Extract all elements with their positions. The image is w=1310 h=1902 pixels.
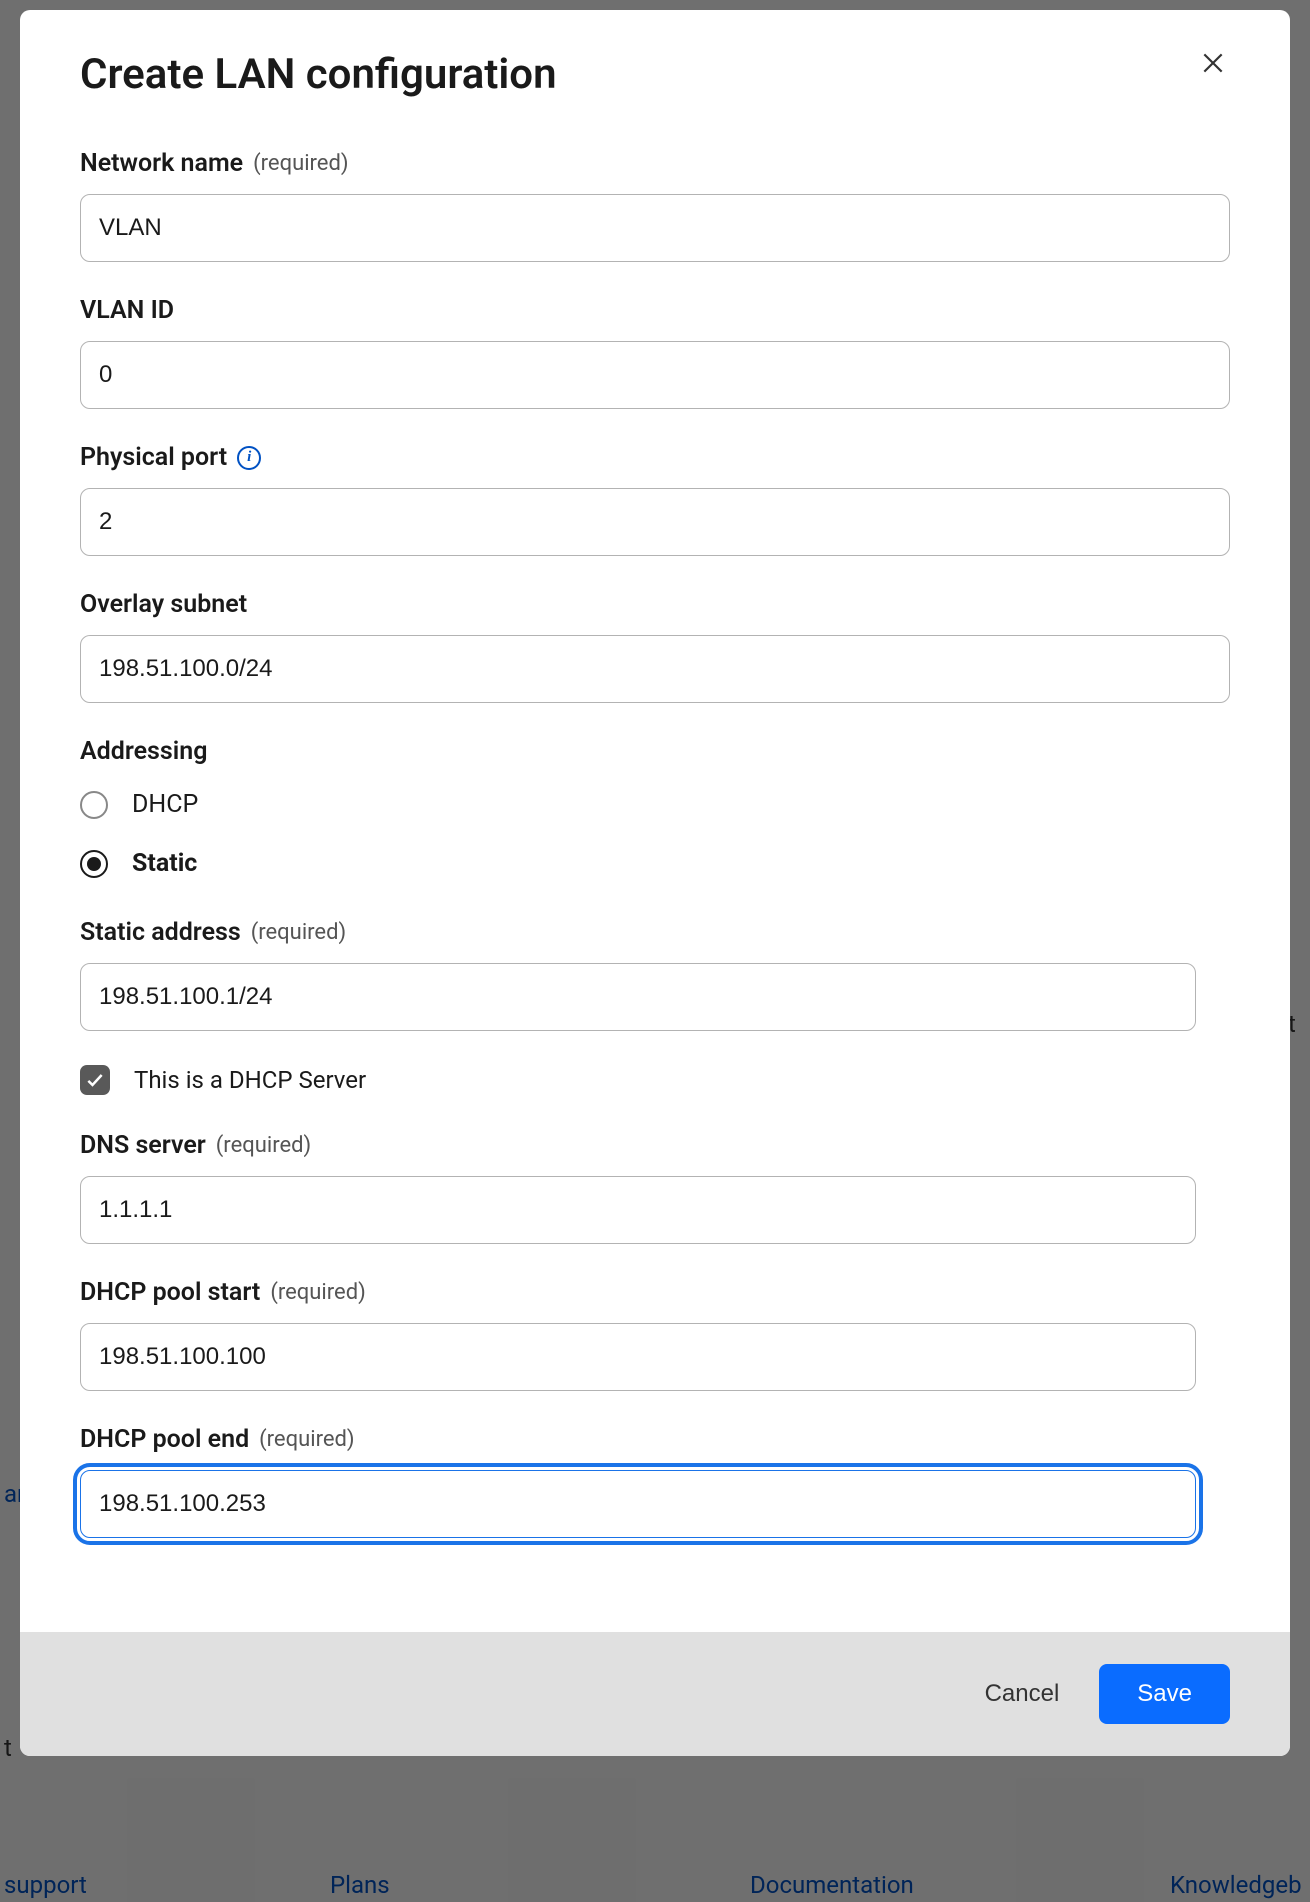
- field-dhcp-pool-start: DHCP pool start (required): [80, 1278, 1230, 1391]
- create-lan-modal: Create LAN configuration Network name (r…: [20, 10, 1290, 1756]
- close-icon: [1200, 50, 1226, 76]
- radio-circle-static: [80, 850, 108, 878]
- static-address-input[interactable]: [80, 963, 1196, 1031]
- radio-label-static: Static: [132, 849, 197, 878]
- info-icon[interactable]: i: [237, 446, 261, 470]
- field-dns-server: DNS server (required): [80, 1131, 1230, 1244]
- cancel-button[interactable]: Cancel: [985, 1680, 1060, 1708]
- vlan-id-input[interactable]: [80, 341, 1230, 409]
- checkmark-icon: [85, 1070, 105, 1090]
- dns-server-label: DNS server (required): [80, 1131, 1230, 1160]
- vlan-id-label: VLAN ID: [80, 296, 1230, 325]
- field-addressing: Addressing DHCP Static: [80, 737, 1230, 878]
- dhcp-pool-start-label: DHCP pool start (required): [80, 1278, 1230, 1307]
- overlay-subnet-input[interactable]: [80, 635, 1230, 703]
- dns-server-input[interactable]: [80, 1176, 1196, 1244]
- field-overlay-subnet: Overlay subnet: [80, 590, 1230, 703]
- physical-port-input[interactable]: [80, 488, 1230, 556]
- field-physical-port: Physical port i: [80, 443, 1230, 556]
- radio-dhcp[interactable]: DHCP: [80, 790, 1230, 819]
- radio-label-dhcp: DHCP: [132, 790, 198, 819]
- modal-body: Create LAN configuration Network name (r…: [20, 10, 1290, 1632]
- modal-title: Create LAN configuration: [80, 50, 557, 99]
- overlay-subnet-label: Overlay subnet: [80, 590, 1230, 619]
- static-address-label: Static address (required): [80, 918, 1230, 947]
- physical-port-label: Physical port i: [80, 443, 1230, 472]
- dhcp-pool-end-label: DHCP pool end (required): [80, 1425, 1230, 1454]
- dhcp-pool-start-input[interactable]: [80, 1323, 1196, 1391]
- radio-static[interactable]: Static: [80, 849, 1230, 878]
- field-vlan-id: VLAN ID: [80, 296, 1230, 409]
- modal-header: Create LAN configuration: [80, 50, 1230, 99]
- addressing-label: Addressing: [80, 737, 1230, 766]
- modal-footer: Cancel Save: [20, 1632, 1290, 1756]
- network-name-input[interactable]: [80, 194, 1230, 262]
- dhcp-server-checkbox-label: This is a DHCP Server: [134, 1066, 366, 1094]
- addressing-radio-group: DHCP Static: [80, 790, 1230, 878]
- dhcp-server-checkbox[interactable]: [80, 1065, 110, 1095]
- dhcp-server-checkbox-row[interactable]: This is a DHCP Server: [80, 1065, 1230, 1095]
- save-button[interactable]: Save: [1099, 1664, 1230, 1724]
- field-network-name: Network name (required): [80, 149, 1230, 262]
- field-dhcp-pool-end: DHCP pool end (required): [80, 1425, 1230, 1538]
- close-button[interactable]: [1196, 46, 1230, 83]
- radio-circle-dhcp: [80, 791, 108, 819]
- field-static-address: Static address (required): [80, 918, 1230, 1031]
- network-name-label: Network name (required): [80, 149, 1230, 178]
- radio-dot: [87, 857, 101, 871]
- dhcp-pool-end-input[interactable]: [80, 1470, 1196, 1538]
